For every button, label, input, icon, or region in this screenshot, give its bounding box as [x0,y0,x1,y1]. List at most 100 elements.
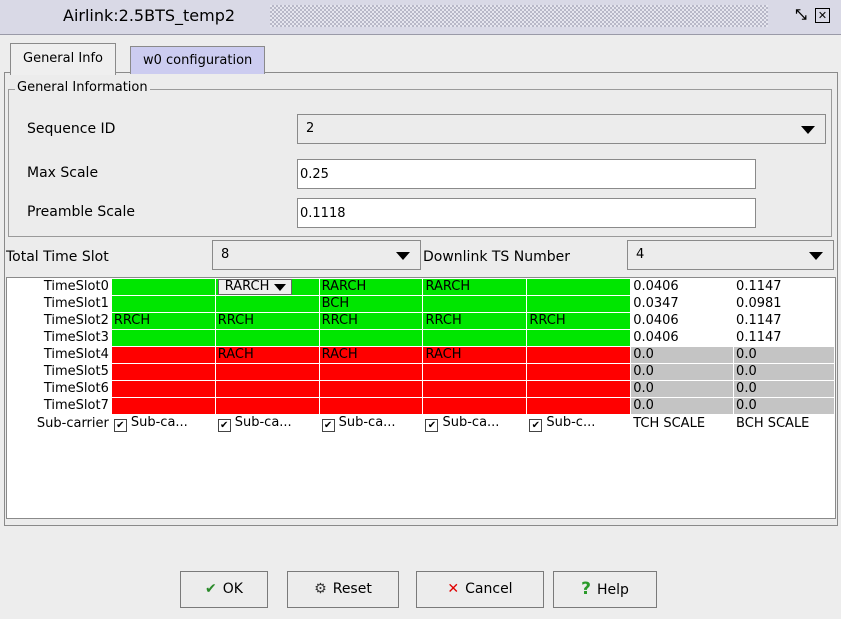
channel-cell[interactable] [526,380,632,398]
total-time-slot-value: 8 [221,247,230,262]
channel-cell[interactable]: BCH [318,295,424,313]
max-scale-input[interactable] [297,159,756,189]
tab-w0-configuration[interactable]: w0 configuration [130,46,266,74]
channel-cell[interactable] [214,380,320,398]
tch-scale-cell[interactable]: 0.0406 [630,329,735,347]
chevron-down-icon [396,252,410,260]
subcarrier-checkbox-cell[interactable]: ✔ Sub-ca... [422,414,528,433]
channel-cell[interactable]: RACH [422,346,528,364]
channel-cell[interactable] [422,397,528,415]
timeslot-row-label: TimeSlot7 [7,397,112,415]
tch-scale-cell[interactable]: 0.0 [630,397,735,415]
tch-scale-cell[interactable]: 0.0 [630,380,735,398]
channel-cell-select[interactable]: RARCH [217,279,293,295]
table-row: TimeSlot0 RARCH RARCH RARCH 0.0406 0.1147 [7,278,835,296]
channel-cell[interactable] [318,397,424,415]
timeslot-table: TimeSlot0 RARCH RARCH RARCH 0.0406 0.1147 Time… [7,278,835,433]
cancel-button[interactable]: ✕ Cancel [416,571,544,608]
channel-cell[interactable] [526,295,632,313]
bch-scale-cell[interactable]: 0.1147 [733,278,835,296]
channel-cell[interactable] [526,278,632,296]
checkbox-checked-icon[interactable]: ✔ [529,419,543,432]
bch-scale-cell[interactable]: 0.1147 [733,329,835,347]
channel-cell[interactable] [526,329,632,347]
channel-cell[interactable] [318,329,424,347]
channel-cell[interactable] [318,380,424,398]
ok-button[interactable]: ✔ OK [180,571,268,608]
channel-cell[interactable] [526,397,632,415]
bch-scale-cell[interactable]: 0.0 [733,397,835,415]
timeslot-row-label: TimeSlot0 [7,278,112,296]
total-time-slot-select[interactable]: 8 [212,240,421,270]
channel-cell[interactable] [214,295,320,313]
channel-cell[interactable]: RACH [214,346,320,364]
channel-cell[interactable] [110,380,216,398]
channel-cell[interactable]: RRCH [110,312,216,330]
sequence-id-select[interactable]: 2 [297,114,826,144]
bch-scale-cell[interactable]: 0.0 [733,346,835,364]
subcarrier-checkbox-cell[interactable]: ✔ Sub-ca... [214,414,320,433]
timeslot-row-label: TimeSlot4 [7,346,112,364]
bch-scale-cell[interactable]: 0.1147 [733,312,835,330]
channel-cell[interactable] [422,380,528,398]
channel-cell[interactable] [110,329,216,347]
reset-button[interactable]: ⚙ Reset [287,571,399,608]
ok-button-label: OK [222,581,243,597]
tch-scale-header: TCH SCALE [630,414,735,433]
tch-scale-cell[interactable]: 0.0347 [630,295,735,313]
bch-scale-cell[interactable]: 0.0 [733,380,835,398]
downlink-ts-number-select[interactable]: 4 [627,240,834,270]
timeslot-row-label: TimeSlot5 [7,363,112,381]
channel-cell[interactable] [526,346,632,364]
channel-cell[interactable]: RRCH [526,312,632,330]
checkbox-checked-icon[interactable]: ✔ [321,419,335,432]
help-question-icon: ? [581,579,591,599]
channel-cell[interactable]: RRCH [422,312,528,330]
channel-cell[interactable] [110,295,216,313]
tch-scale-cell[interactable]: 0.0 [630,346,735,364]
checkbox-checked-icon[interactable]: ✔ [113,419,127,432]
subcarrier-checkbox-cell[interactable]: ✔ Sub-ca... [318,414,424,433]
checkbox-checked-icon[interactable]: ✔ [425,419,439,432]
subcarrier-label: Sub-carrier [7,414,112,433]
channel-cell[interactable]: RRCH [214,312,320,330]
channel-cell[interactable]: RACH [318,346,424,364]
subcarrier-checkbox-label: Sub-ca... [338,415,396,431]
channel-cell[interactable] [422,363,528,381]
subcarrier-checkbox-cell[interactable]: ✔ Sub-c... [526,414,632,433]
close-icon[interactable]: ✕ [815,8,830,23]
channel-cell[interactable] [422,295,528,313]
channel-cell[interactable] [422,329,528,347]
preamble-scale-label: Preamble Scale [27,204,135,220]
channel-cell[interactable]: RARCH [214,278,320,296]
bch-scale-cell[interactable]: 0.0981 [733,295,835,313]
channel-cell[interactable] [110,346,216,364]
preamble-scale-input[interactable] [297,198,756,228]
channel-cell[interactable]: RARCH [422,278,528,296]
channel-cell[interactable] [110,363,216,381]
help-button[interactable]: ? Help [553,571,657,608]
channel-cell[interactable] [214,397,320,415]
tch-scale-cell[interactable]: 0.0406 [630,278,735,296]
channel-cell[interactable] [214,329,320,347]
reset-button-label: Reset [332,581,372,597]
channel-cell[interactable]: RARCH [318,278,424,296]
total-time-slot-label: Total Time Slot [6,249,109,265]
subcarrier-checkbox-cell[interactable]: ✔ Sub-ca... [110,414,216,433]
checkbox-checked-icon[interactable]: ✔ [217,419,231,432]
channel-cell[interactable] [110,278,216,296]
channel-cell[interactable] [318,363,424,381]
channel-cell[interactable] [526,363,632,381]
restore-icon[interactable]: ⤡ [792,6,810,24]
table-row: TimeSlot2 RRCH RRCH RRCH RRCH RRCH 0.0406 0.114… [7,312,835,330]
channel-cell[interactable] [110,397,216,415]
tch-scale-cell[interactable]: 0.0 [630,363,735,381]
subcarrier-checkbox-label: Sub-ca... [130,415,188,431]
table-row: TimeSlot5 0.0 0.0 [7,363,835,381]
tab-general-info[interactable]: General Info [10,43,116,75]
titlebar-drag-area[interactable] [270,5,768,27]
channel-cell[interactable]: RRCH [318,312,424,330]
tch-scale-cell[interactable]: 0.0406 [630,312,735,330]
channel-cell[interactable] [214,363,320,381]
bch-scale-cell[interactable]: 0.0 [733,363,835,381]
